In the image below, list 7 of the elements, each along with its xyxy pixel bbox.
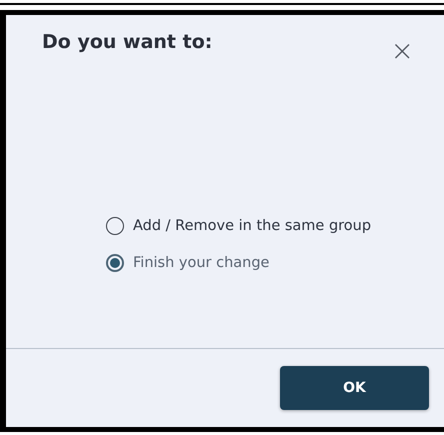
ok-button[interactable]: OK [280,366,429,410]
radio-option[interactable]: Add / Remove in the same group [106,217,444,235]
radio-button[interactable] [106,217,124,235]
radio-button[interactable] [106,254,124,272]
close-button[interactable]: × [390,37,414,65]
dialog-title: Do you want to: [42,31,212,53]
radio-option[interactable]: Finish your change [106,254,444,272]
